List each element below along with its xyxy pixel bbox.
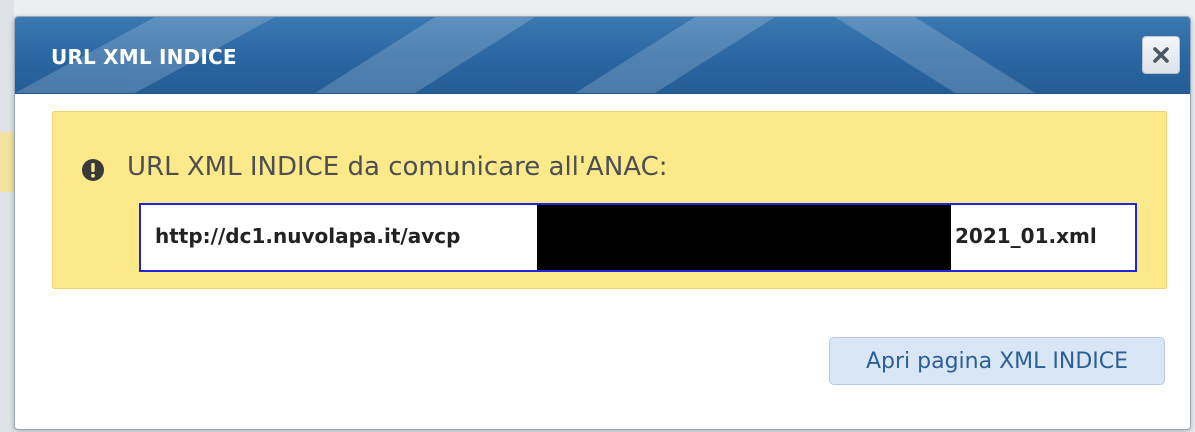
url-suffix: 2021_01.xml	[955, 224, 1097, 248]
url-prefix: http://dc1.nuvolapa.it/avcp	[155, 224, 461, 248]
background-strip	[0, 0, 14, 432]
alert-box: URL XML INDICE da comunicare all'ANAC: h…	[52, 111, 1167, 289]
close-button[interactable]	[1142, 36, 1180, 74]
url-redacted-block	[537, 205, 951, 270]
open-xml-indice-button[interactable]: Apri pagina XML INDICE	[829, 337, 1165, 385]
dialog-titlebar[interactable]: URL XML INDICE	[15, 17, 1190, 94]
dialog-title: URL XML INDICE	[51, 45, 237, 69]
url-field[interactable]: http://dc1.nuvolapa.it/avcp 2021_01.xml	[139, 203, 1137, 272]
exclamation-circle-icon	[82, 159, 104, 181]
alert-message: URL XML INDICE da comunicare all'ANAC:	[127, 152, 668, 182]
url-xml-indice-dialog: URL XML INDICE URL XML INDICE da comunic…	[14, 16, 1191, 430]
close-icon	[1153, 47, 1169, 63]
background-highlight	[0, 132, 14, 192]
